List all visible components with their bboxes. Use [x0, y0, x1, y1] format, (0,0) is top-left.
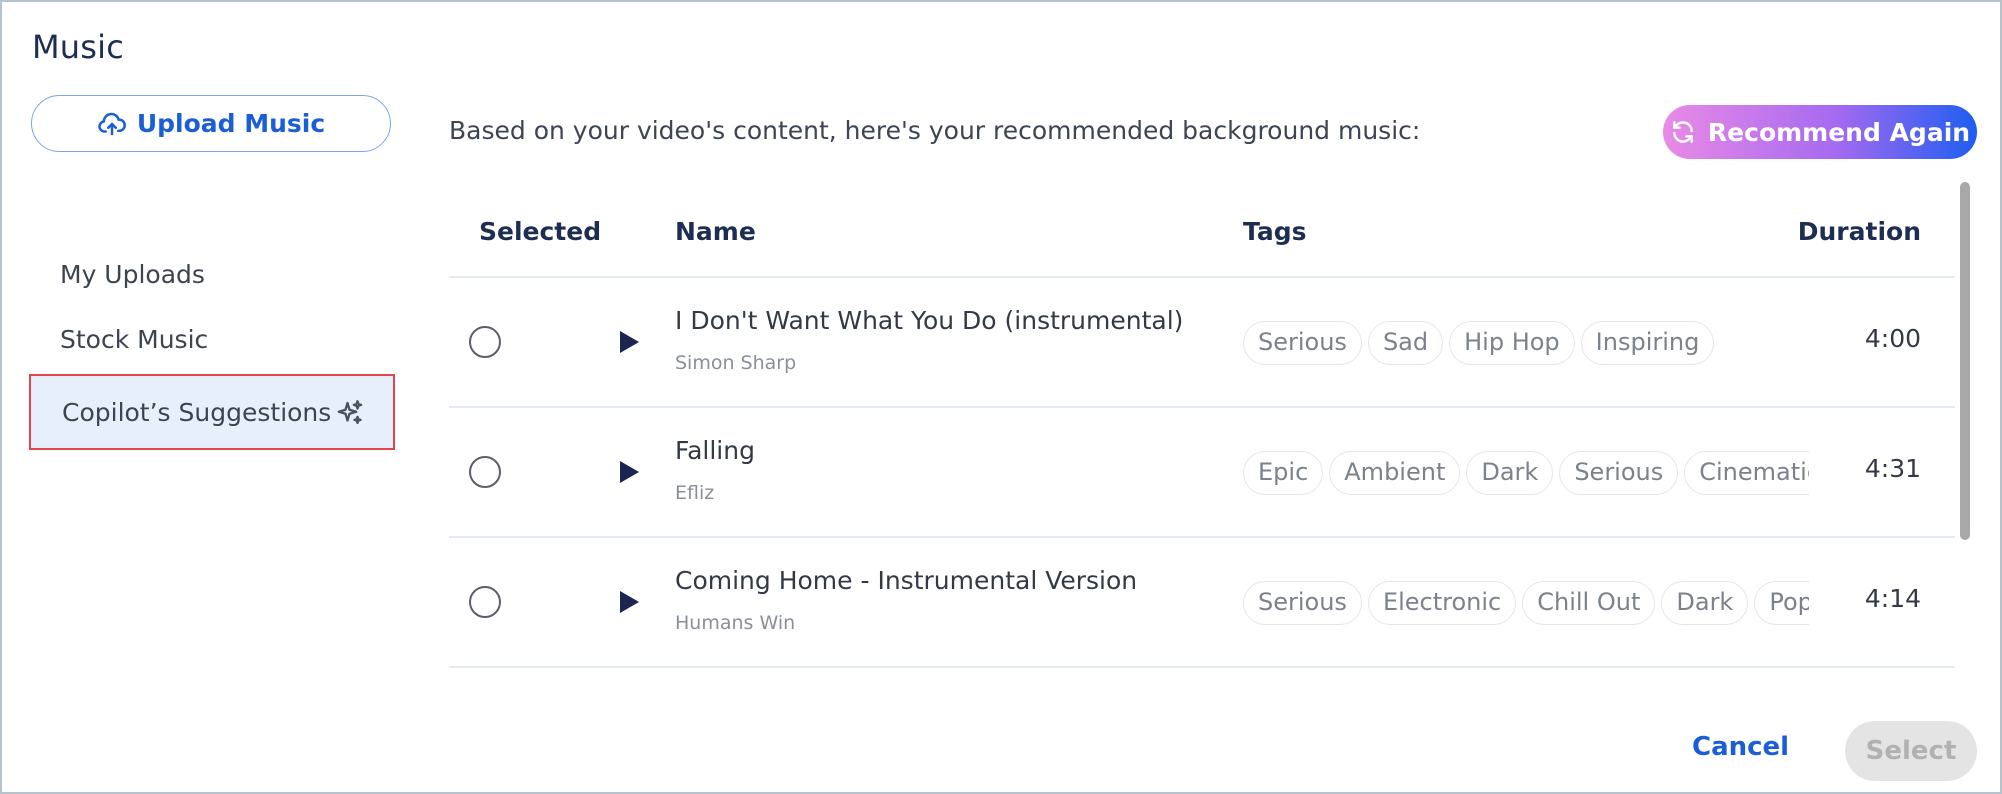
column-header-selected: Selected	[479, 217, 602, 246]
tag: Ambient	[1329, 451, 1461, 495]
tag: Dark	[1466, 451, 1554, 495]
track-name: Falling	[675, 436, 755, 465]
tag: Dark	[1661, 581, 1749, 625]
cloud-upload-icon	[98, 112, 126, 135]
play-icon[interactable]	[618, 330, 640, 354]
scrollbar-thumb[interactable]	[1960, 182, 1970, 540]
recommendation-intro: Based on your video's content, here's yo…	[449, 116, 1421, 145]
column-header-tags: Tags	[1243, 217, 1307, 246]
column-header-name: Name	[675, 217, 756, 246]
refresh-icon	[1673, 121, 1693, 143]
table-row[interactable]: I Don't Want What You Do (instrumental) …	[449, 278, 1955, 408]
tag: Epic	[1243, 451, 1324, 495]
column-header-duration: Duration	[1797, 217, 1921, 246]
sidebar-item-my-uploads[interactable]: My Uploads	[29, 242, 395, 307]
track-duration: 4:31	[1864, 454, 1921, 483]
tag: Serious	[1243, 581, 1362, 625]
play-icon[interactable]	[618, 590, 640, 614]
play-icon[interactable]	[618, 460, 640, 484]
sidebar-item-copilot-suggestions[interactable]: Copilot’s Suggestions	[29, 374, 395, 450]
table-row[interactable]: Coming Home - Instrumental Version Human…	[449, 538, 1955, 668]
music-dialog: Music Upload Music My Uploads Stock Musi…	[0, 0, 2002, 794]
select-radio[interactable]	[469, 456, 501, 488]
track-artist: Humans Win	[675, 612, 796, 634]
tag: Chill Out	[1522, 581, 1656, 625]
tag: Serious	[1243, 321, 1362, 365]
dialog-title: Music	[32, 28, 125, 66]
table-header: Selected Name Tags Duration	[449, 198, 1955, 278]
scrollbar[interactable]	[1960, 182, 1972, 540]
upload-music-label: Upload Music	[136, 109, 326, 138]
upload-music-button[interactable]: Upload Music	[31, 95, 391, 152]
table-row[interactable]: Falling Efliz Epic Ambient Dark Serious Cine…	[449, 408, 1955, 538]
track-duration: 4:14	[1864, 584, 1921, 613]
track-tags: Epic Ambient Dark Serious Cinematic	[1243, 451, 1809, 497]
music-table: Selected Name Tags Duration I Don't Want…	[449, 198, 1955, 668]
select-radio[interactable]	[469, 326, 501, 358]
track-name: Coming Home - Instrumental Version	[675, 566, 1138, 595]
select-button[interactable]: Select	[1845, 721, 1977, 781]
tag: Inspiring	[1580, 321, 1715, 365]
track-duration: 4:00	[1864, 324, 1921, 353]
track-artist: Efliz	[675, 482, 715, 504]
recommend-again-label: Recommend Again	[1707, 117, 1971, 147]
sidebar-item-label: My Uploads	[60, 260, 205, 289]
select-radio[interactable]	[469, 586, 501, 618]
recommend-again-button[interactable]: Recommend Again	[1663, 105, 1977, 159]
track-tags: Serious Electronic Chill Out Dark Pop	[1243, 581, 1809, 627]
tag: Pop	[1754, 581, 1809, 625]
tag: Sad	[1367, 321, 1444, 365]
sidebar-item-label: Stock Music	[60, 325, 209, 354]
track-name: I Don't Want What You Do (instrumental)	[675, 306, 1184, 335]
track-tags: Serious Sad Hip Hop Inspiring	[1243, 321, 1809, 367]
sidebar-item-label: Copilot’s Suggestions	[62, 397, 332, 427]
sidebar-nav: My Uploads Stock Music Copilot’s Suggest…	[29, 242, 395, 450]
track-artist: Simon Sharp	[675, 352, 797, 374]
sidebar-item-stock-music[interactable]: Stock Music	[29, 307, 395, 372]
tag: Cinematic	[1684, 451, 1809, 495]
sparkle-icon	[337, 400, 363, 425]
tag: Electronic	[1367, 581, 1517, 625]
cancel-button[interactable]: Cancel	[1692, 732, 1789, 762]
tag: Serious	[1559, 451, 1679, 495]
tag: Hip Hop	[1449, 321, 1575, 365]
